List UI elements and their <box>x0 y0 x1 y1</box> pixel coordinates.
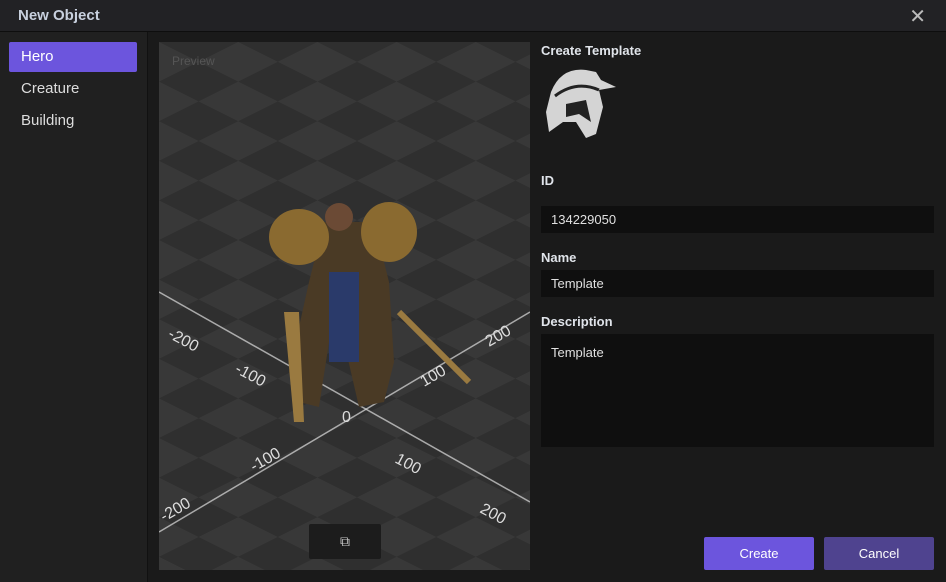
preview-floor: -200 -100 0 100 200 -200 -100 100 200 <box>159 42 530 570</box>
id-label: ID <box>541 173 554 188</box>
sidebar-item-hero[interactable]: Hero <box>9 42 137 72</box>
swap-view-icon: ⧉ <box>340 533 350 549</box>
description-label: Description <box>541 314 613 329</box>
preview-label: Preview <box>172 54 215 68</box>
cancel-button[interactable]: Cancel <box>824 537 934 570</box>
create-button[interactable]: Create <box>704 537 814 570</box>
axis-label: 0 <box>342 409 351 426</box>
name-label: Name <box>541 250 577 265</box>
spartan-helmet-icon <box>546 69 616 138</box>
category-sidebar: Hero Creature Building <box>0 32 148 582</box>
sidebar-item-building[interactable]: Building <box>9 106 137 136</box>
name-field[interactable] <box>541 270 934 297</box>
close-icon[interactable]: ✕ <box>909 4 926 29</box>
window-title: New Object <box>18 7 100 24</box>
form-header: Create Template <box>541 43 642 58</box>
swap-view-button[interactable]: ⧉ <box>309 524 381 559</box>
title-bar: New Object ✕ <box>0 0 946 32</box>
id-field[interactable] <box>541 206 934 233</box>
model-preview[interactable]: -200 -100 0 100 200 -200 -100 100 200 Pr… <box>159 42 530 570</box>
sidebar-item-creature[interactable]: Creature <box>9 74 137 104</box>
description-field[interactable]: Template <box>541 334 934 447</box>
